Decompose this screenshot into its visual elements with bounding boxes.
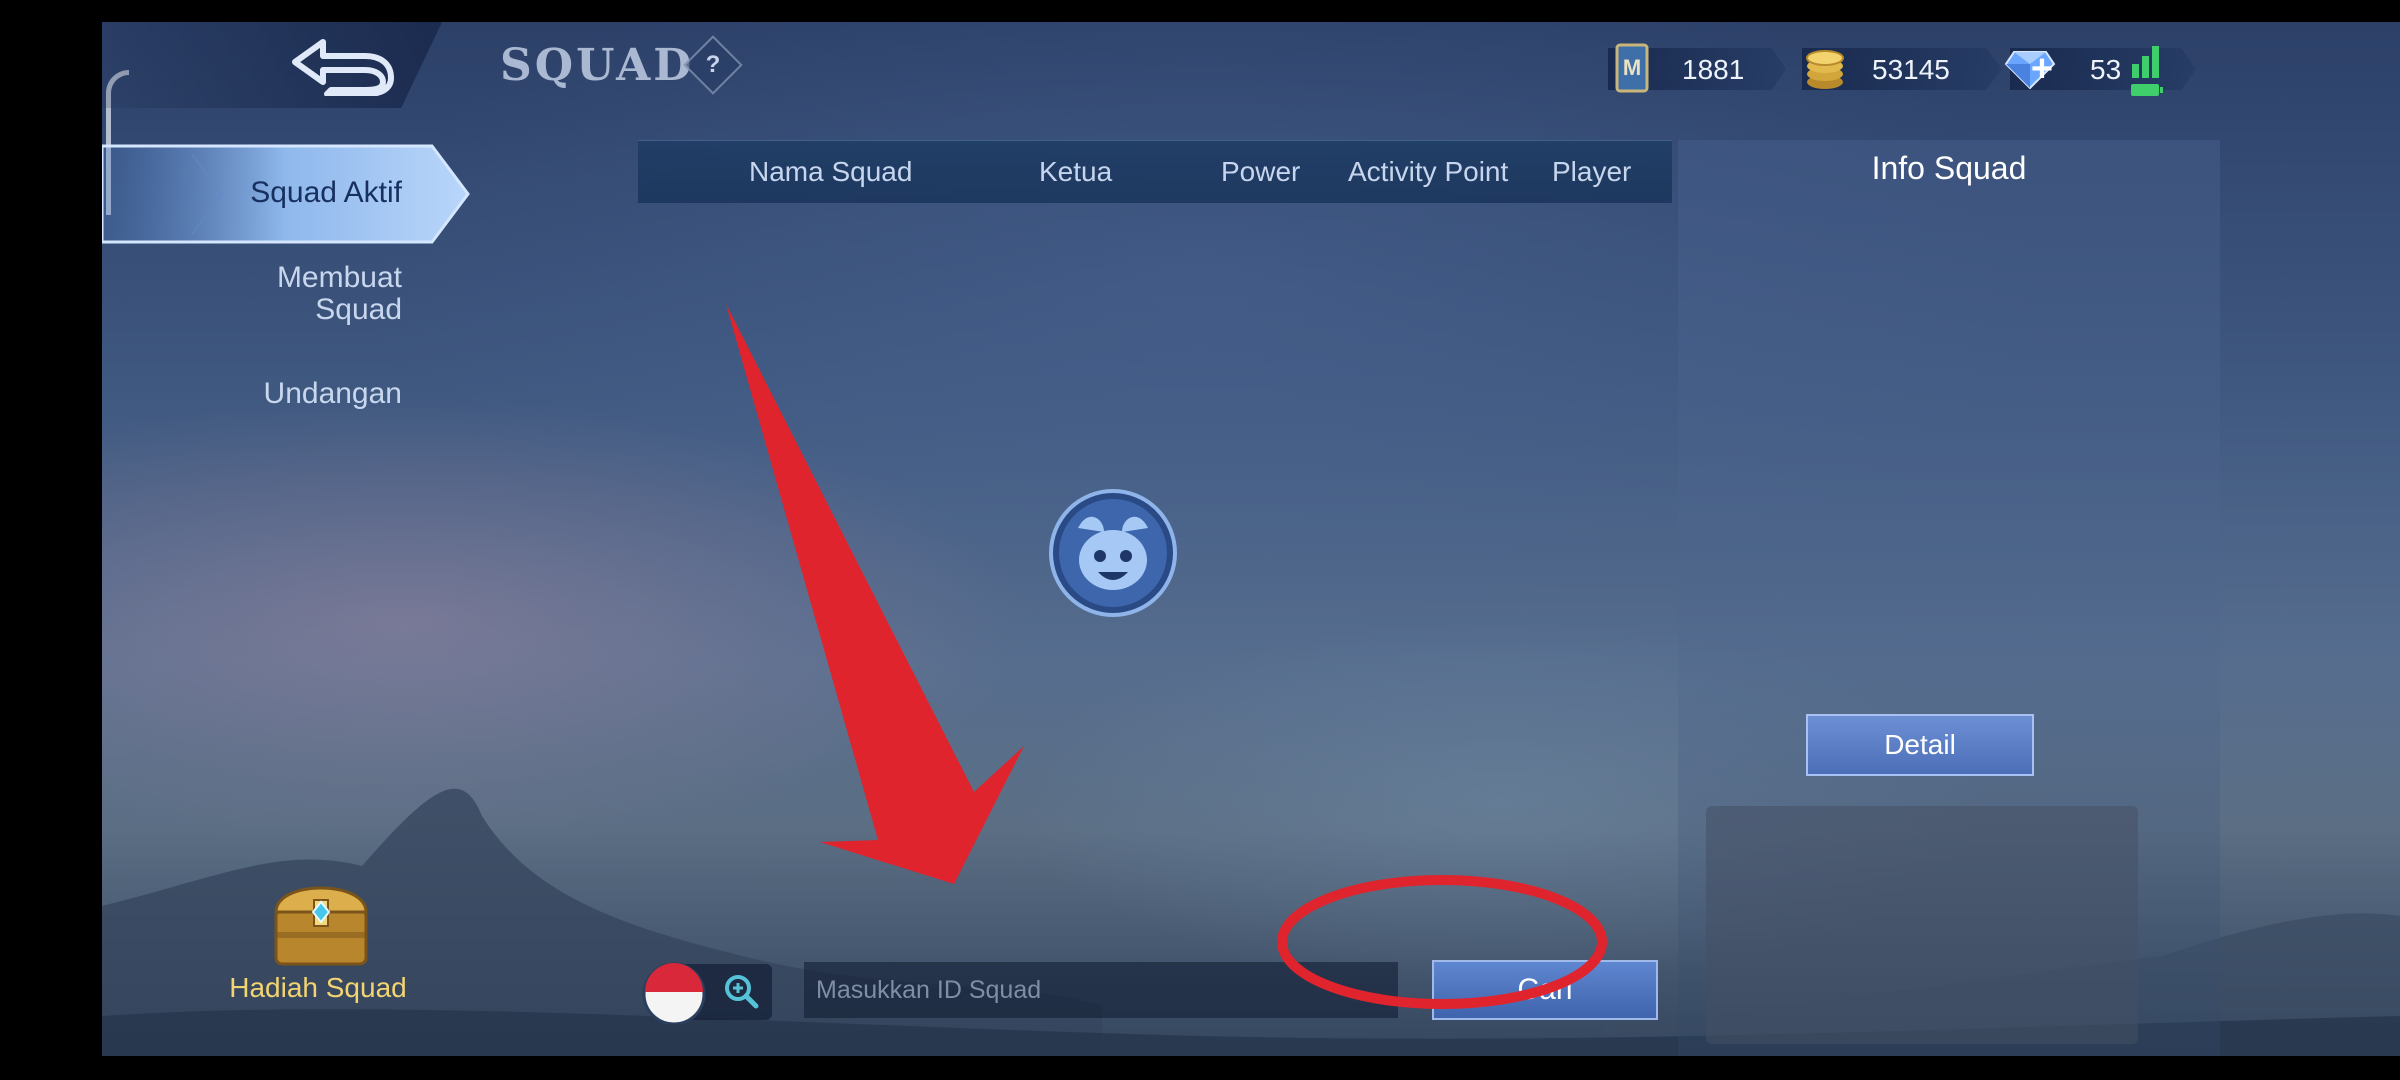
currency-battle-points-value: 53145 [1872, 54, 1950, 85]
m-ticket-icon: M [1615, 43, 1649, 93]
cari-button[interactable]: Cari [1432, 960, 1658, 1020]
column-activity-point: Activity Point [1348, 156, 1509, 187]
column-nama-squad: Nama Squad [749, 156, 913, 187]
back-arrow-icon [292, 39, 394, 97]
currency-ticket-value: 1881 [1682, 54, 1745, 85]
signal-battery-icon [2131, 46, 2163, 96]
currency-diamonds-value: 53 [2090, 54, 2122, 85]
nav-item-membuat-squad[interactable]: Membuat Squad [242, 262, 402, 326]
region-flag-button[interactable] [636, 960, 776, 1024]
column-ketua: Ketua [1039, 156, 1113, 187]
nav-item-squad-aktif[interactable]: Squad Aktif [202, 176, 402, 210]
treasure-chest-icon[interactable] [266, 870, 376, 970]
info-squad-box [1706, 806, 2138, 1044]
empty-mascot-icon [1049, 489, 1177, 617]
column-player: Player [1552, 156, 1632, 187]
game-screen: SQUAD ? 1881 M 53145 53 + Squad Aktif Me… [102, 22, 2400, 1056]
back-button[interactable] [287, 34, 397, 97]
nav-item-undangan[interactable]: Undangan [222, 378, 402, 410]
squad-id-search-input[interactable] [804, 962, 1398, 1018]
svg-text:M: M [1623, 55, 1641, 80]
add-diamonds-button[interactable]: + [2020, 48, 2064, 90]
detail-button[interactable]: Detail [1806, 714, 2034, 776]
hadiah-squad-label[interactable]: Hadiah Squad [218, 972, 418, 1004]
info-squad-title: Info Squad [1871, 150, 2027, 186]
gold-coins-icon [1806, 50, 1844, 89]
help-icon-label: ? [705, 51, 721, 78]
column-power: Power [1221, 156, 1301, 187]
page-title: SQUAD [500, 40, 695, 91]
